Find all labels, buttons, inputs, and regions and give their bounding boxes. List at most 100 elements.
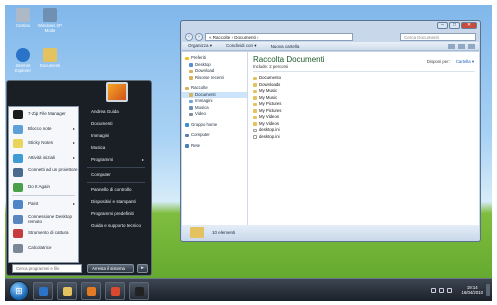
start-menu-place-item[interactable]: Musica [81,142,151,154]
start-search-input[interactable]: Cerca programmi e file [12,264,82,273]
documents-icon [189,93,193,97]
system-tray: 19:14 16/04/2010 [431,284,490,296]
programs-list: 7-Zip File Manager Blocco note ▸ Sticky Not… [8,106,79,263]
start-menu-place-item[interactable]: Immagini [81,130,151,142]
desktop-icon-recycle-bin[interactable]: Cestino [8,8,38,28]
taskbar-button-explorer[interactable] [57,282,77,300]
start-menu-place-item[interactable]: Documenti [81,118,151,130]
desktop-icon-documents[interactable]: Documenti [35,48,65,68]
explorer-icon [63,287,72,296]
file-item[interactable]: desktop.ini [253,134,475,141]
file-list-pane: Raccolta Documenti Include: 2 percorsi D… [249,52,479,226]
submenu-arrow-icon[interactable]: ▸ [73,197,75,212]
nav-computer[interactable]: Computer [182,132,247,139]
program-item[interactable]: Sticky Notes ▸ [9,136,78,151]
program-icon [13,229,23,238]
nav-item-video[interactable]: Video [182,111,247,118]
chrome-icon [111,287,120,296]
taskbar-button-chrome[interactable] [105,282,125,300]
preview-pane-icon[interactable] [458,43,465,49]
search-input[interactable]: Cerca Documenti [400,32,476,41]
share-button[interactable]: Condividi con ▾ [226,43,257,49]
library-icon [185,86,189,90]
video-icon [189,112,193,116]
desktop-icon-internet-explorer[interactable]: Internet Explorer [8,48,38,73]
user-picture[interactable] [106,82,128,102]
program-item[interactable]: Attività iniziali ▸ [9,151,78,166]
nav-network[interactable]: Rete [182,143,247,150]
start-button[interactable]: ⊞ [9,281,29,301]
nav-item-recent[interactable]: Risorse recenti [182,75,247,82]
arrange-by-dropdown[interactable]: Cartella ▾ [456,59,474,64]
internet-explorer-icon [16,48,30,62]
music-icon [189,106,193,110]
shutdown-button[interactable]: Arresta il sistema [87,264,134,273]
program-icon [13,124,23,134]
computer-icon [185,133,189,137]
address-bar[interactable]: « Raccolte › Documenti › [205,32,353,41]
start-menu-place-item[interactable]: Guida e supporto tecnico [81,220,151,232]
program-item[interactable]: Paint ▸ [9,197,78,212]
program-item[interactable]: Blocco note ▸ [9,122,78,137]
file-icon [253,128,257,132]
title-bar[interactable] [181,21,480,31]
details-pane: 10 elementi [182,225,479,240]
program-icon [13,153,23,163]
folder-icon [253,115,257,119]
program-item[interactable]: Do It Again [9,180,78,195]
forward-button[interactable]: › [195,32,203,41]
submenu-arrow-icon[interactable]: ▸ [73,122,75,137]
window-controls: – □ ✕ [437,22,477,29]
taskbar-button-internet-explorer[interactable] [33,282,53,300]
view-icon[interactable] [448,43,455,49]
clock[interactable]: 19:14 16/04/2010 [461,285,483,296]
new-folder-button[interactable]: Nuova cartella [271,44,300,49]
separator [87,167,145,168]
taskbar-button-7zip[interactable] [129,282,149,300]
start-menu: 7-Zip File Manager Blocco note ▸ Sticky Not… [6,80,152,276]
show-desktop-button[interactable] [486,284,490,296]
program-item[interactable]: Strumento di cattura [9,226,78,241]
start-menu-place-item[interactable]: Andrea Guida [81,106,151,118]
start-menu-place-item[interactable]: Programmi ▸ [81,154,151,166]
folder-icon [253,109,257,113]
tray-flag-icon[interactable] [431,287,437,293]
folder-icon [253,89,257,93]
download-icon [189,69,193,73]
internet-explorer-icon [39,287,48,296]
network-icon [185,144,189,148]
taskbar: ⊞ 19:14 16/04/2010 [0,278,497,305]
start-menu-place-item[interactable]: Computer [81,169,151,181]
program-item[interactable]: 7-Zip File Manager [9,107,78,122]
organize-button[interactable]: Organizza ▾ [188,43,212,49]
shutdown-options-button[interactable]: ▸ [137,264,148,273]
folder-icon [253,76,257,80]
submenu-arrow-icon[interactable]: ▸ [73,136,75,151]
start-menu-place-item[interactable]: Programmi predefiniti [81,208,151,220]
folder-icon [253,96,257,100]
desktop-icon-xp-mode[interactable]: Windows XP Mode [35,8,65,33]
minimize-button[interactable]: – [437,22,448,29]
program-item[interactable]: Connetti ad un proiettore [9,165,78,180]
tray-volume-icon[interactable] [447,287,453,293]
program-item[interactable]: Connessione Desktop remoto [9,212,78,227]
desktop-icon [189,63,193,67]
folder-icon [253,83,257,87]
navigation-pane: Preferiti Desktop Download Risorse recen… [182,52,248,226]
recycle-bin-icon [16,8,30,22]
submenu-arrow-icon[interactable]: ▸ [73,151,75,166]
nav-homegroup[interactable]: Gruppo home [182,122,247,129]
7zip-icon [135,287,144,296]
taskbar-button-media-player[interactable] [81,282,101,300]
back-button[interactable]: ‹ [185,32,193,41]
tray-network-icon[interactable] [439,287,445,293]
start-menu-place-item[interactable]: Dispositivi e stampanti [81,196,151,208]
start-menu-place-item[interactable]: Pannello di controllo [81,184,151,196]
close-button[interactable]: ✕ [461,22,477,29]
command-bar: Organizza ▾ Condividi con ▾ Nuova cartel… [182,42,479,51]
maximize-button[interactable]: □ [449,22,460,29]
submenu-arrow-icon: ▸ [141,157,144,162]
help-icon[interactable] [468,43,475,49]
program-item[interactable]: Calcolatrice [9,241,78,256]
xp-mode-icon [43,8,57,22]
